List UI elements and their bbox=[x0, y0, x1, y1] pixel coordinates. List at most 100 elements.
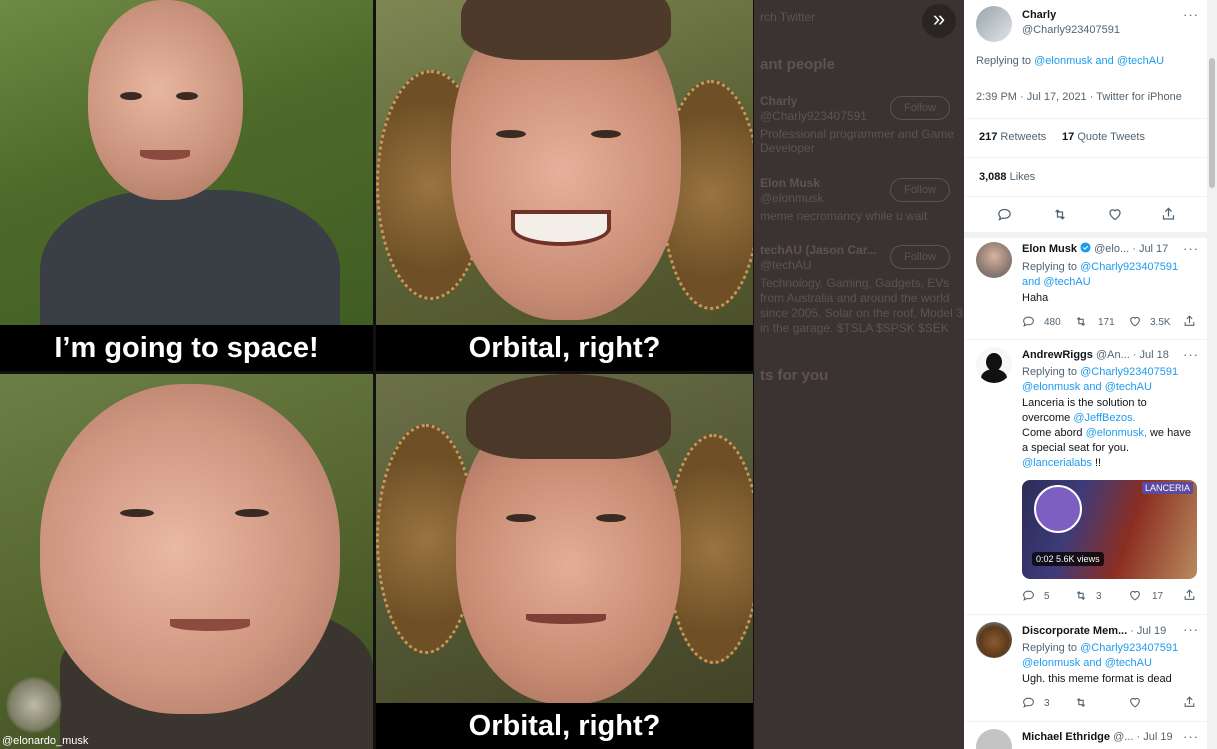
reply-icon[interactable] bbox=[1022, 589, 1035, 602]
replying-to: Replying to @elonmusk and @techAU bbox=[976, 55, 1164, 67]
avatar[interactable] bbox=[976, 622, 1012, 658]
relevant-person-handle: @elonmusk bbox=[760, 191, 824, 205]
avatar[interactable] bbox=[976, 347, 1012, 383]
reply-icon[interactable] bbox=[1022, 696, 1035, 709]
reply-date[interactable]: · Jul 17 bbox=[1132, 243, 1168, 255]
author-handle[interactable]: @Charly923407591 bbox=[1022, 24, 1120, 36]
relevant-person-bio: from Australia and around the world bbox=[760, 291, 950, 305]
meme-panel-bottom-left: @elonardo_musk bbox=[0, 374, 373, 749]
reply-text: Lanceria is the solution to bbox=[1022, 397, 1147, 409]
divider bbox=[964, 339, 1207, 340]
divider bbox=[964, 157, 1207, 158]
mention-link[interactable]: @Charly923407591 bbox=[1080, 366, 1178, 378]
mention-link[interactable]: @JeffBezos. bbox=[1073, 412, 1135, 424]
author-name[interactable]: Discorporate Mem... bbox=[1022, 625, 1127, 637]
replying-prefix: Replying to bbox=[1022, 642, 1078, 654]
meme-panel-bottom-right: Orbital, right? bbox=[376, 374, 753, 749]
tweet-timestamp[interactable]: 2:39 PM · Jul 17, 2021 · Twitter for iPh… bbox=[976, 91, 1182, 103]
reply-text: overcome @JeffBezos. bbox=[1022, 411, 1136, 426]
hair-shape bbox=[466, 374, 671, 459]
caption-top-left: I’m going to space! bbox=[0, 325, 373, 371]
mention-link[interactable]: and @techAU bbox=[1022, 275, 1091, 290]
eye-shape bbox=[596, 514, 626, 522]
media-viewer[interactable]: rch Twitter ant people Charly @Charly923… bbox=[0, 0, 964, 749]
share-icon[interactable] bbox=[1161, 206, 1176, 222]
retweets-stat[interactable]: 217 Retweets bbox=[979, 131, 1046, 143]
reply-date[interactable]: · Jul 19 bbox=[1137, 731, 1173, 743]
relevant-person-handle: @Charly923407591 bbox=[760, 109, 867, 123]
eye-shape bbox=[120, 509, 154, 517]
search-box-text: rch Twitter bbox=[760, 10, 816, 24]
scrollbar[interactable] bbox=[1207, 0, 1217, 749]
eye-shape bbox=[176, 92, 198, 100]
relevant-person-name: Charly bbox=[760, 94, 798, 108]
author-name[interactable]: AndrewRiggs bbox=[1022, 349, 1093, 361]
heart-icon[interactable] bbox=[1107, 207, 1123, 222]
author-name[interactable]: Charly bbox=[1022, 9, 1056, 21]
more-options-icon[interactable]: ··· bbox=[1183, 241, 1199, 256]
retweet-icon[interactable] bbox=[1074, 589, 1088, 602]
reply-icon[interactable] bbox=[997, 207, 1012, 222]
author-name[interactable]: Elon Musk bbox=[1022, 243, 1077, 255]
scrollbar-thumb[interactable] bbox=[1209, 58, 1215, 188]
follow-button: Follow bbox=[890, 178, 950, 202]
retweet-icon[interactable] bbox=[1074, 696, 1088, 709]
media-brand-logo: LANCERIA bbox=[1141, 482, 1193, 494]
reply-date[interactable]: · Jul 18 bbox=[1133, 349, 1169, 361]
reply-icon[interactable] bbox=[1022, 315, 1035, 328]
more-options-icon[interactable]: ··· bbox=[1183, 729, 1199, 744]
relevant-people-heading: ant people bbox=[760, 56, 836, 73]
caption-bottom-right: Orbital, right? bbox=[376, 703, 753, 749]
author-handle[interactable]: @An... bbox=[1096, 349, 1130, 361]
mention-link[interactable]: @lancerialabs bbox=[1022, 457, 1092, 469]
heart-icon[interactable] bbox=[1128, 696, 1142, 709]
quote-tweets-stat[interactable]: 17 Quote Tweets bbox=[1062, 131, 1145, 143]
follow-button: Follow bbox=[890, 96, 950, 120]
author-handle[interactable]: @... bbox=[1113, 731, 1133, 743]
reply-header: AndrewRiggs @An... · Jul 18 bbox=[1022, 348, 1169, 363]
reply-text: Come abord @elonmusk, we have bbox=[1022, 426, 1191, 441]
share-icon[interactable] bbox=[1183, 695, 1196, 709]
mention-link[interactable]: @Charly923407591 bbox=[1080, 642, 1178, 654]
avatar[interactable] bbox=[976, 729, 1012, 749]
author-name[interactable]: Michael Ethridge bbox=[1022, 731, 1110, 743]
expand-sidebar-button[interactable]: » bbox=[922, 4, 956, 38]
share-icon[interactable] bbox=[1183, 314, 1196, 328]
more-options-icon[interactable]: ··· bbox=[1183, 622, 1199, 637]
mouth-shape bbox=[526, 614, 606, 624]
mention-link[interactable]: @Charly923407591 bbox=[1080, 261, 1178, 273]
meme-image: I’m going to space! Orbital, right? @elo… bbox=[0, 0, 754, 749]
mention-link[interactable]: @elonmusk and @techAU bbox=[1022, 656, 1152, 671]
heart-icon[interactable] bbox=[1128, 315, 1142, 328]
retweet-icon[interactable] bbox=[1074, 315, 1088, 328]
meme-panel-top-left: I’m going to space! bbox=[0, 0, 373, 371]
retweet-icon[interactable] bbox=[1052, 207, 1068, 222]
dimmed-background-page: rch Twitter ant people Charly @Charly923… bbox=[752, 0, 964, 749]
more-options-icon[interactable]: ··· bbox=[1183, 347, 1199, 362]
replying-to: Replying to @Charly923407591 bbox=[1022, 260, 1178, 275]
likes-stat[interactable]: 3,088 Likes bbox=[979, 171, 1035, 183]
relevant-person-bio: Developer bbox=[760, 141, 815, 155]
eye-shape bbox=[591, 130, 621, 138]
quotes-label: Quote Tweets bbox=[1077, 131, 1145, 143]
mention-link[interactable]: @elonmusk and @techAU bbox=[1022, 380, 1152, 395]
relevant-person-bio: since 2005. Solar on the roof, Model 3 bbox=[760, 306, 963, 320]
avatar[interactable] bbox=[976, 6, 1012, 42]
reply-count: 3 bbox=[1044, 698, 1050, 709]
replying-users-link[interactable]: @elonmusk and @techAU bbox=[1034, 55, 1164, 67]
more-options-icon[interactable]: ··· bbox=[1183, 7, 1199, 22]
eye-shape bbox=[235, 509, 269, 517]
relevant-person-name: Elon Musk bbox=[760, 176, 821, 190]
share-icon[interactable] bbox=[1183, 588, 1196, 602]
tweet-thread-panel[interactable]: Charly @Charly923407591 ··· Replying to … bbox=[964, 0, 1217, 749]
avatar[interactable] bbox=[976, 242, 1012, 278]
mention-link[interactable]: @elonmusk, bbox=[1086, 427, 1147, 439]
heart-icon[interactable] bbox=[1128, 589, 1142, 602]
retweets-count: 217 bbox=[979, 131, 998, 143]
video-duration-badge: 0:02 5.6K views bbox=[1032, 552, 1104, 566]
likes-count: 3,088 bbox=[979, 171, 1007, 183]
reply-date[interactable]: · Jul 19 bbox=[1130, 625, 1166, 637]
video-thumbnail[interactable]: LANCERIA 0:02 5.6K views bbox=[1022, 480, 1197, 579]
author-handle[interactable]: @elo... bbox=[1094, 243, 1129, 255]
retweet-count: 3 bbox=[1096, 591, 1102, 602]
